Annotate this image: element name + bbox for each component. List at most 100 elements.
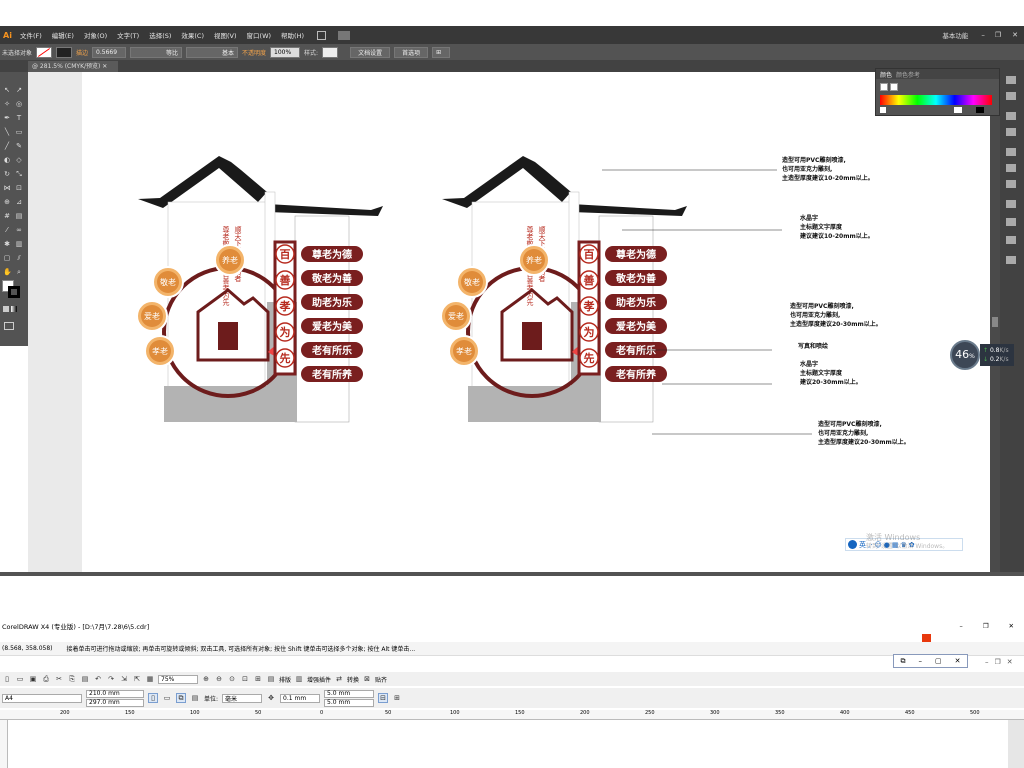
color-mode-icon[interactable] [3,306,9,312]
eraser-tool-icon[interactable]: ◇ [15,156,23,164]
panel-gradient-icon[interactable] [1006,164,1016,172]
treat-as-filled-icon[interactable]: ⊟ [378,693,389,703]
type-tool-icon[interactable]: T [15,114,23,122]
arrange-icon[interactable]: ⊞ [432,46,451,58]
slice-tool-icon[interactable]: ⫽ [15,254,23,262]
mesh-tool-icon[interactable]: # [3,212,11,220]
portrait-icon[interactable]: ▯ [148,693,158,703]
panel-color-icon[interactable] [1006,76,1016,84]
panel-appearance-icon[interactable] [1006,200,1016,208]
opacity-label[interactable]: 不透明度 [242,48,266,57]
options-icon[interactable]: ⊞ [392,693,402,703]
undo-icon[interactable]: ↶ [93,674,103,684]
nudge-input[interactable]: 0.1 mm [280,693,321,703]
bridge-icon[interactable] [317,30,327,40]
snap-label[interactable]: 贴齐 [375,675,387,684]
pen-tool-icon[interactable]: ✒ [3,114,11,122]
menu-window[interactable]: 窗口(W) [242,30,277,40]
zoom-in-icon[interactable]: ⊕ [201,674,211,684]
free-transform-tool-icon[interactable]: ⊡ [15,184,23,192]
save-icon[interactable]: ▣ [28,674,38,684]
plugins-label[interactable]: 增强插件 [307,675,331,684]
panel-swatches-icon[interactable] [1006,92,1016,100]
stroke-profile-select[interactable]: 等比 [130,46,183,58]
selection-tool-icon[interactable]: ↖ [3,86,11,94]
workspace-switcher[interactable]: 基本功能 [942,30,976,40]
color-spectrum[interactable] [880,95,992,105]
paste-icon[interactable]: ▤ [80,674,90,684]
document-tab[interactable]: @ 281.5% (CMYK/预览) ✕ [28,61,118,72]
convert-label[interactable]: 转换 [347,675,359,684]
menu-effect[interactable]: 效果(C) [176,30,209,40]
scale-tool-icon[interactable]: ⤡ [15,170,23,178]
artboard[interactable]: 尊老敬老为人 百善孝为先 顺天下风不可为者 养老敬老爱老孝老 百善孝为先 尊老为… [82,72,1018,572]
blend-tool-icon[interactable]: ∞ [15,226,23,234]
width-tool-icon[interactable]: ⋈ [3,184,11,192]
menu-file[interactable]: 文件(F) [15,30,47,40]
panel-align-icon[interactable] [1006,256,1016,264]
cd-canvas[interactable] [8,720,1008,768]
style-swatch[interactable] [322,46,339,58]
cd-close-icon[interactable]: ✕ [999,622,1024,630]
stroke-color-box[interactable] [8,286,20,298]
stroke-weight-input[interactable]: 0.5669 [92,46,127,58]
current-page-icon[interactable]: ▤ [190,693,200,703]
cd-mini-restore-icon[interactable]: ⧉ [901,657,906,666]
open-icon[interactable]: ▭ [15,674,25,684]
lasso-tool-icon[interactable]: ◎ [15,100,23,108]
black-swatch[interactable] [976,107,984,113]
close-icon[interactable]: ✕ [1006,31,1024,39]
duplicate-x-input[interactable]: 5.0 mm [324,689,375,698]
paintbrush-tool-icon[interactable]: ╱ [3,142,11,150]
cd-mini-minimize-icon[interactable]: – [919,657,923,665]
perspective-tool-icon[interactable]: ⊿ [15,198,23,206]
zoom-out-icon[interactable]: ⊖ [214,674,224,684]
preferences-button[interactable]: 首选项 [394,46,429,58]
convert-icon[interactable]: ⇄ [334,674,344,684]
zoom-selected-icon[interactable]: ⊞ [253,674,263,684]
panel-transparency-icon[interactable] [1006,180,1016,188]
screen-mode-icon[interactable] [4,322,14,330]
pencil-tool-icon[interactable]: ✎ [15,142,23,150]
cd-doc-minimize-icon[interactable]: – [985,658,989,666]
duplicate-y-input[interactable]: 5.0 mm [324,698,375,707]
blob-brush-tool-icon[interactable]: ◐ [3,156,11,164]
zoom-select[interactable]: 75% [158,674,198,684]
eyedropper-tool-icon[interactable]: ⁄ [3,226,11,234]
new-icon[interactable]: ▯ [2,674,12,684]
menu-view[interactable]: 视图(V) [209,30,242,40]
stroke-swatch[interactable] [56,46,73,58]
hand-tool-icon[interactable]: ✋ [3,268,12,276]
gradient-tool-icon[interactable]: ▤ [15,212,23,220]
zoom-fit-icon[interactable]: ⊙ [227,674,237,684]
fill-swatch[interactable] [36,46,53,58]
symbol-sprayer-tool-icon[interactable]: ✱ [3,240,11,248]
cd-vscrollbar[interactable] [1008,720,1024,768]
panel-symbols-icon[interactable] [1006,128,1016,136]
vertical-ruler[interactable] [0,720,8,768]
panel-artboards-icon[interactable] [1006,236,1016,244]
menu-type[interactable]: 文字(T) [112,30,144,40]
minimize-icon[interactable]: – [976,31,990,39]
current-stroke-swatch[interactable] [890,83,898,91]
opacity-input[interactable]: 100% [270,46,301,58]
layout-label[interactable]: 排版 [279,675,291,684]
line-tool-icon[interactable]: ╲ [3,128,11,136]
magic-wand-tool-icon[interactable]: ✧ [3,100,11,108]
rotate-tool-icon[interactable]: ↻ [3,170,11,178]
menu-select[interactable]: 选择(S) [144,30,176,40]
paper-select[interactable]: A4 [2,693,82,703]
brush-select[interactable]: 基本 [186,46,239,58]
cd-minimize-icon[interactable]: – [949,622,972,630]
stroke-label[interactable]: 描边 [76,48,88,57]
white-swatch[interactable] [954,107,962,113]
page-width-input[interactable]: 210.0 mm [86,689,144,698]
menu-object[interactable]: 对象(O) [79,30,112,40]
page-height-input[interactable]: 297.0 mm [86,698,144,707]
network-speed-widget[interactable]: 46% ↑ 0.8K/s ↓ 0.2K/s [950,340,1014,370]
gradient-mode-icon[interactable] [11,306,17,312]
cd-mini-max-icon[interactable]: ▢ [935,657,942,665]
panel-stroke-icon[interactable] [1006,148,1016,156]
cd-doc-close-icon[interactable]: ✕ [1007,658,1013,666]
menu-help[interactable]: 帮助(H) [276,30,309,40]
